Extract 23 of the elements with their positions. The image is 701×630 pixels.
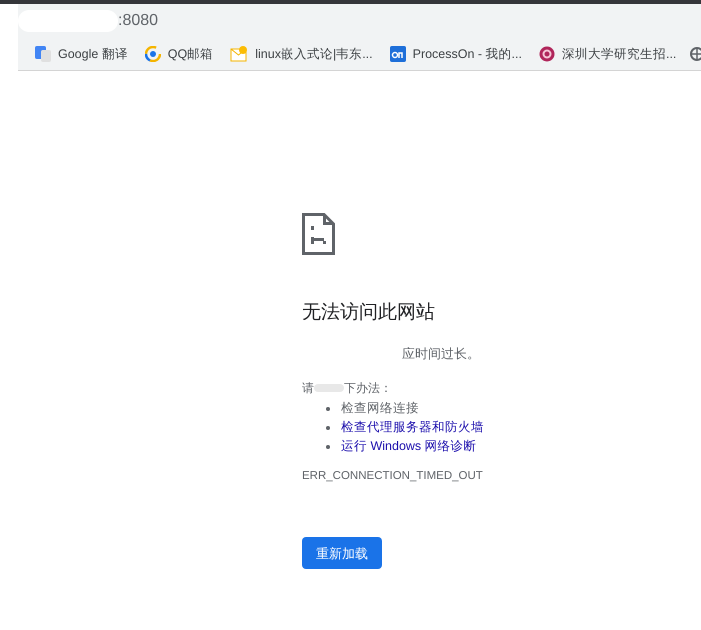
suggestion-link[interactable]: 检查代理服务器和防火墙 — [341, 418, 484, 437]
envelope-icon — [230, 46, 248, 62]
sad-page-icon — [302, 213, 335, 255]
suggestion-text: 检查网络连接 — [341, 400, 419, 418]
bookmark[interactable]: QQ邮箱 — [142, 44, 216, 64]
bullet-icon — [326, 406, 330, 410]
emblem-icon — [538, 46, 555, 62]
bookmark[interactable]: ProcessOn - 我的... — [386, 44, 525, 64]
bullet-icon — [326, 426, 330, 430]
globe-icon[interactable] — [690, 47, 701, 61]
bookmark[interactable]: Google 翻译 — [32, 44, 131, 64]
processon-icon — [390, 46, 406, 62]
bullet-icon — [326, 444, 330, 448]
error-message: 应时间过长。 — [402, 344, 480, 362]
bookmark[interactable]: linux嵌入式论|韦东... — [227, 44, 376, 64]
suggestion-link[interactable]: 运行 Windows 网络诊断 — [341, 437, 477, 456]
address-text[interactable]: :8080 — [118, 9, 158, 33]
error-title: 无法访问此网站 — [302, 301, 435, 325]
suggestion-intro: 下办法： — [344, 380, 392, 397]
error-code: ERR_CONNECTION_TIMED_OUT — [302, 469, 483, 484]
reload-button[interactable]: 重新加载 — [302, 537, 382, 570]
suggestion-intro: 请 — [302, 380, 314, 397]
bookmark[interactable]: 深圳大学研究生招... — [536, 44, 680, 64]
